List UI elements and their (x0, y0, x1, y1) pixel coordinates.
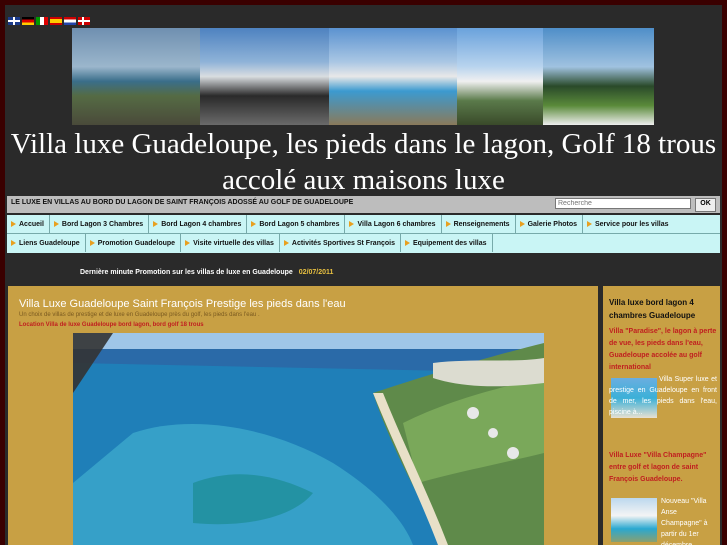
language-flags (8, 17, 90, 25)
nav-item-label: Liens Guadeloupe (19, 239, 80, 247)
site-title: Villa luxe Guadeloupe, les pieds dans le… (5, 126, 722, 198)
nav-item-label: Activités Sportives St François (291, 239, 395, 247)
arrow-icon (251, 221, 257, 227)
nav-item-label: Promotion Guadeloupe (97, 239, 176, 247)
nav-item-bord-lagon-3[interactable]: Bord Lagon 3 Chambres (50, 215, 150, 233)
banner-photo-villa (329, 28, 457, 125)
arrow-icon (404, 240, 410, 246)
spain-flag-icon[interactable] (50, 17, 62, 25)
netherlands-flag-icon[interactable] (64, 17, 76, 25)
nav-item-label: Equipement des villas (412, 239, 487, 247)
nav-item-accueil[interactable]: Accueil (7, 215, 50, 233)
uk-flag-icon[interactable] (8, 17, 20, 25)
nav-item-activites[interactable]: Activités Sportives St François (280, 234, 401, 252)
nav-item-renseignements[interactable]: Renseignements (442, 215, 516, 233)
tagline-bar: LE LUXE EN VILLAS AU BORD DU LAGON DE SA… (7, 196, 720, 213)
aerial-lagoon-illustration (73, 333, 544, 545)
aerial-lagoon-photo (73, 333, 544, 545)
nav-item-label: Villa Lagon 6 chambres (357, 220, 436, 228)
nav-item-label: Galerie Photos (527, 220, 577, 228)
main-navigation: Accueil Bord Lagon 3 Chambres Bord Lagon… (7, 215, 720, 253)
sidebar-item2-text: Nouveau "Villa Anse Champagne" à partir … (661, 498, 708, 545)
arrow-icon (53, 221, 59, 227)
nav-item-visite-virtuelle[interactable]: Visite virtuelle des villas (181, 234, 280, 252)
arrow-icon (587, 221, 592, 227)
arrow-icon (11, 221, 16, 227)
sidebar: Villa luxe bord lagon 4 chambres Guadelo… (603, 286, 720, 545)
nav-item-galerie-photos[interactable]: Galerie Photos (516, 215, 583, 233)
arrow-icon (519, 221, 525, 227)
banner-photo-garden (543, 28, 654, 125)
arrow-icon (445, 221, 451, 227)
nav-item-label: Service pour les villas (595, 220, 669, 228)
germany-flag-icon[interactable] (22, 17, 34, 25)
nav-row-2: Liens Guadeloupe Promotion Guadeloupe Vi… (7, 234, 720, 252)
banner-photo-palms (457, 28, 543, 125)
arrow-icon (283, 240, 289, 246)
sidebar-title: Villa luxe bord lagon 4 chambres Guadelo… (609, 298, 696, 320)
site-title-line2: accolé aux maisons luxe (222, 164, 505, 196)
nav-item-promotion[interactable]: Promotion Guadeloupe (86, 234, 182, 252)
sidebar-item2-thumbnail[interactable] (611, 498, 657, 542)
italy-flag-icon[interactable] (36, 17, 48, 25)
banner-photo-loungers (200, 28, 329, 125)
arrow-icon (153, 221, 159, 227)
arrow-icon (89, 240, 95, 246)
header-banner (72, 28, 654, 125)
page-frame: Villa luxe Guadeloupe, les pieds dans le… (5, 5, 722, 545)
nav-item-label: Visite virtuelle des villas (193, 239, 274, 247)
main-subtitle-2: Location Villa de luxe Guadeloupe bord l… (19, 322, 204, 328)
arrow-icon (185, 240, 191, 246)
nav-row-1: Accueil Bord Lagon 3 Chambres Bord Lagon… (7, 215, 720, 234)
main-content: Villa Luxe Guadeloupe Saint François Pre… (8, 286, 598, 545)
nav-item-service-villas[interactable]: Service pour les villas (583, 215, 674, 233)
nav-item-label: Bord Lagon 4 chambres (161, 220, 242, 228)
nav-item-liens[interactable]: Liens Guadeloupe (7, 234, 86, 252)
banner-photo-terrace (72, 28, 200, 125)
main-subtitle: Un choix de villas de prestige et de lux… (19, 312, 260, 318)
sidebar-item1-text: Villa Super luxe et prestige en Guadelou… (609, 376, 717, 416)
nav-item-label: Renseignements (453, 220, 510, 228)
nav-item-bord-lagon-4[interactable]: Bord Lagon 4 chambres (149, 215, 248, 233)
nav-item-equipement[interactable]: Equipement des villas (401, 234, 493, 252)
news-date: 02/07/2011 (298, 269, 334, 276)
nav-item-bord-lagon-5[interactable]: Bord Lagon 5 chambres (247, 215, 346, 233)
denmark-flag-icon[interactable] (78, 17, 90, 25)
tagline: LE LUXE EN VILLAS AU BORD DU LAGON DE SA… (11, 199, 354, 206)
nav-item-villa-lagon-6[interactable]: Villa Lagon 6 chambres (345, 215, 442, 233)
search-input[interactable] (555, 198, 691, 209)
nav-item-label: Accueil (19, 220, 44, 228)
nav-item-label: Bord Lagon 3 Chambres (61, 220, 144, 228)
sidebar-item2-title[interactable]: Villa Luxe "Villa Champagne" entre golf … (609, 450, 717, 486)
arrow-icon (11, 240, 16, 246)
main-title[interactable]: Villa Luxe Guadeloupe Saint François Pre… (19, 298, 346, 310)
sidebar-item1-title[interactable]: Villa "Paradise", le lagon à perte de vu… (609, 326, 717, 374)
search-ok-button[interactable]: OK (695, 198, 716, 212)
nav-item-label: Bord Lagon 5 chambres (259, 220, 340, 228)
arrow-icon (349, 221, 355, 227)
news-ticker[interactable]: Dernière minute Promotion sur les villas… (80, 269, 333, 276)
site-title-line1: Villa luxe Guadeloupe, les pieds dans le… (10, 128, 717, 160)
news-text: Dernière minute Promotion sur les villas… (80, 269, 293, 276)
